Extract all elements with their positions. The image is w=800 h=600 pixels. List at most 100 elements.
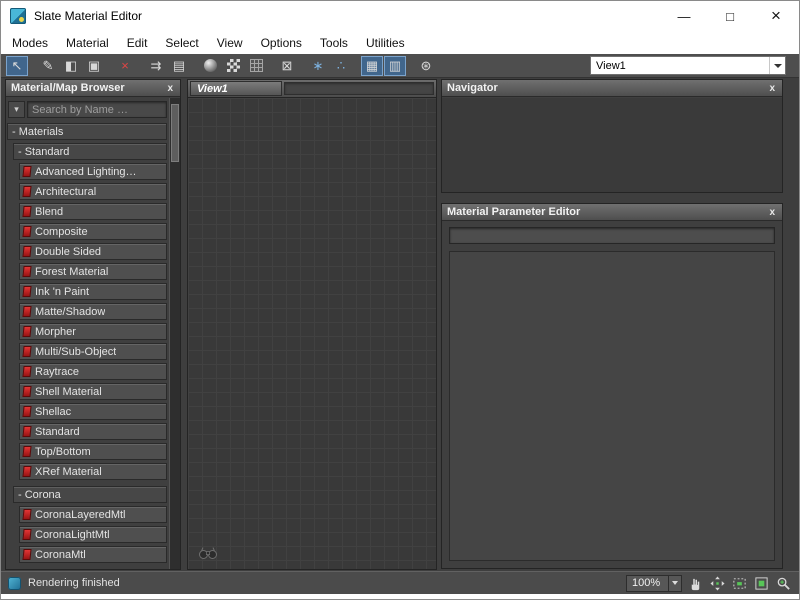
main-content: Material/Map Browser x ▾ - Materials- St… [1,78,799,571]
search-filter-button[interactable]: ▾ [8,101,25,118]
material-item[interactable]: XRef Material [19,463,167,480]
material-label: Forest Material [31,266,108,278]
material-item[interactable]: Double Sided [19,243,167,260]
browser-scrollbar[interactable] [169,98,180,569]
parameter-name-field[interactable] [449,227,775,244]
scrollbar-thumb[interactable] [171,104,179,162]
material-label: Matte/Shadow [31,306,105,318]
material-item[interactable]: Raytrace [19,363,167,380]
material-item[interactable]: Shell Material [19,383,167,400]
view-select[interactable]: View1 [590,56,786,75]
binoculars-icon[interactable] [198,546,218,560]
material-item[interactable]: Standard [19,423,167,440]
menu-bar: ModesMaterialEditSelectViewOptionsToolsU… [1,31,799,54]
tab-view1[interactable]: View1 [190,81,282,96]
auto-layout-selected-button[interactable]: ▥ [384,56,406,76]
show-shaded-material-button[interactable] [199,56,221,76]
search-input[interactable] [27,101,167,118]
material-item[interactable]: CoronaMtl [19,546,167,563]
material-item[interactable]: CoronaLightMtl [19,526,167,543]
assign-material-icon: ▣ [88,59,100,72]
auto-layout-horizontal-button[interactable]: ▦ [361,56,383,76]
material-label: Top/Bottom [31,446,91,458]
select-tool-button[interactable]: ↖ [6,56,28,76]
maximize-button[interactable]: □ [707,1,753,31]
material-item[interactable]: Morpher [19,323,167,340]
material-item[interactable]: Blend [19,203,167,220]
material-map-browser-panel: Material/Map Browser x ▾ - Materials- St… [5,79,181,570]
title-bar: Slate Material Editor — □ × [1,1,799,31]
put-material-to-scene-button[interactable]: ◧ [60,56,82,76]
material-item[interactable]: Ink 'n Paint [19,283,167,300]
zoom-region-icon[interactable] [731,575,748,592]
pick-material-from-object-button[interactable]: ✎ [37,56,59,76]
material-label: - Corona [14,489,61,501]
material-icon [22,186,31,197]
menu-utilities[interactable]: Utilities [357,36,414,50]
layout-all-vertical-button[interactable]: ∗ [307,56,329,76]
menu-view[interactable]: View [208,36,252,50]
chevron-down-icon [769,57,785,74]
material-item[interactable]: Top/Bottom [19,443,167,460]
browser-body: ▾ - Materials - Standard Advanced Lighting… [6,98,169,569]
grid-icon [250,59,263,72]
layout-children-button[interactable]: ∴ [330,56,352,76]
menu-tools[interactable]: Tools [311,36,357,50]
move-children-button[interactable]: ⇉ [145,56,167,76]
menu-material[interactable]: Material [57,36,118,50]
pan-arrows-icon[interactable] [709,575,726,592]
material-item[interactable]: Forest Material [19,263,167,280]
close-button[interactable]: × [753,1,799,31]
zoom-magnifier-icon[interactable] [775,575,792,592]
delete-selected-button[interactable]: × [114,56,136,76]
view-tab-bar: View1 [188,80,436,98]
assign-material-to-selection-button[interactable]: ▣ [83,56,105,76]
material-icon [22,326,31,337]
zoom-select[interactable]: 100% [626,575,682,592]
material-item[interactable]: Matte/Shadow [19,303,167,320]
material-item[interactable]: Multi/Sub-Object [19,343,167,360]
material-group-header[interactable]: - Corona [13,486,167,503]
material-icon [22,549,31,560]
node-view-canvas[interactable] [188,98,436,569]
toolbar-separator [268,56,276,76]
hide-unused-nodeslots-button[interactable]: ▤ [168,56,190,76]
layout-vertical-icon: ∗ [313,59,324,72]
minimize-button[interactable]: — [661,1,707,31]
material-item[interactable]: Shellac [19,403,167,420]
checker-icon [227,59,240,72]
menu-edit[interactable]: Edit [118,36,157,50]
material-icon [22,426,31,437]
navigator-canvas[interactable] [442,98,782,192]
material-item[interactable]: Architectural [19,183,167,200]
menu-modes[interactable]: Modes [3,36,57,50]
material-item[interactable]: Advanced Lighting… [19,163,167,180]
parameter-editor-close-icon[interactable]: x [767,207,777,218]
material-item[interactable]: Composite [19,223,167,240]
pan-hand-icon[interactable] [687,575,704,592]
show-background-button[interactable] [222,56,244,76]
menu-select[interactable]: Select [156,36,207,50]
material-icon [22,246,31,257]
status-message: Rendering finished [28,577,120,589]
material-label: Shell Material [31,386,102,398]
show-grid-button[interactable] [245,56,267,76]
material-icon [22,366,31,377]
material-group-header[interactable]: - Standard [13,143,167,160]
select-arrow-icon: ↖ [12,59,23,72]
material-label: Composite [31,226,88,238]
navigator-close-icon[interactable]: x [767,83,777,94]
put-material-icon: ◧ [65,59,77,72]
search-row: ▾ [8,101,167,118]
material-group-header[interactable]: - Materials [7,123,167,140]
zoom-extents-icon[interactable] [753,575,770,592]
material-item[interactable]: CoronaLayeredMtl [19,506,167,523]
toolbar-separator [29,56,37,76]
material-id-channel-button[interactable]: ⊠ [276,56,298,76]
browser-close-icon[interactable]: x [165,83,175,94]
material-icon [22,266,31,277]
preferences-button[interactable]: ⊛ [415,56,437,76]
material-icon [22,206,31,217]
menu-options[interactable]: Options [252,36,311,50]
status-bar: Rendering finished 100% [1,571,799,594]
